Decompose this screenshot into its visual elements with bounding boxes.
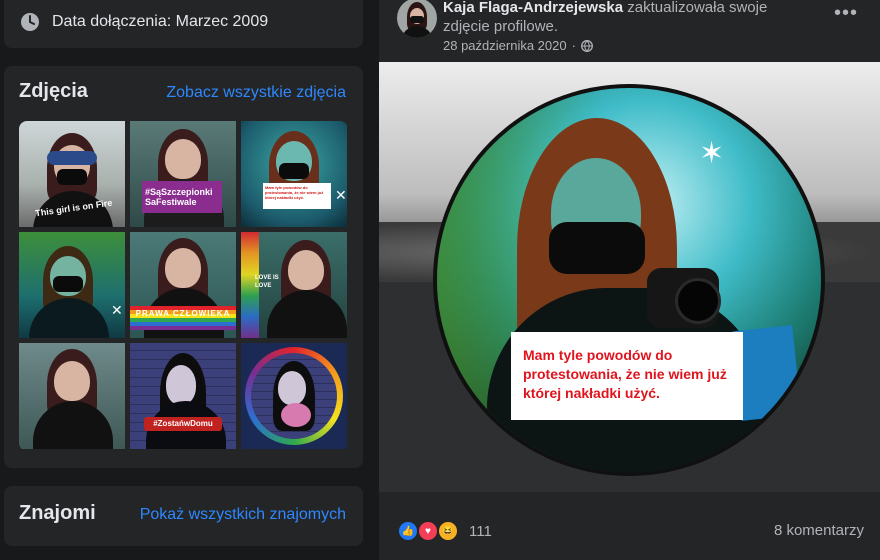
haha-reaction-icon: 😆 (437, 520, 459, 542)
photo-thumb[interactable]: PRAWA CZŁOWIEKA (130, 232, 236, 338)
photos-title[interactable]: Zdjęcia (19, 80, 88, 103)
thumb-caption: #ZostańwDomu (153, 419, 213, 428)
star-icon: ✶ (699, 137, 725, 170)
image-caption-box: Mam tyle powodów do protestowania, że ni… (511, 332, 743, 420)
clock-icon (21, 13, 39, 31)
photo-grid: This girl is on Fire #SąSzczepionki SaFe… (19, 121, 348, 451)
thumb-caption: Mam tyle powodów do protestowania, że ni… (265, 185, 324, 200)
thumb-caption: #SąSzczepionki SaFestiwale (145, 187, 213, 207)
reactions-summary[interactable]: 👍 ♥ 😆 111 (397, 520, 492, 542)
photo-thumb[interactable] (19, 343, 125, 449)
love-reaction-icon: ♥ (417, 520, 439, 542)
post-image[interactable]: ✶ Mam tyle powodów do protestowania, że … (379, 62, 880, 492)
intro-card: Data dołączenia: Marzec 2009 (4, 0, 363, 48)
thumb-caption: LOVE IS LOVE (255, 275, 279, 289)
see-all-photos-link[interactable]: Zobacz wszystkie zdjęcia (166, 84, 346, 102)
photos-card: Zdjęcia Zobacz wszystkie zdjęcia This gi… (4, 66, 363, 468)
friends-card: Znajomi Pokaż wszystkich znajomych (4, 486, 363, 546)
photo-thumb[interactable]: LOVE IS LOVE (241, 232, 347, 338)
post-card: Kaja Flaga-Andrzejewska zaktualizowała s… (379, 0, 880, 560)
like-reaction-icon: 👍 (397, 520, 419, 542)
joined-row: Data dołączenia: Marzec 2009 (20, 12, 268, 32)
joined-text: Data dołączenia: Marzec 2009 (52, 13, 269, 30)
reaction-count: 111 (469, 522, 492, 540)
avatar[interactable] (397, 0, 437, 38)
more-icon[interactable]: ••• (834, 2, 858, 25)
photo-thumb[interactable]: ✕ (19, 232, 125, 338)
thumb-caption: PRAWA CZŁOWIEKA (135, 309, 231, 318)
post-meta: 28 października 2020 · (443, 38, 593, 53)
see-all-friends-link[interactable]: Pokaż wszystkich znajomych (140, 506, 346, 524)
author-name-link[interactable]: Kaja Flaga-Andrzejewska (443, 0, 623, 16)
photo-thumb[interactable]: Mam tyle powodów do protestowania, że ni… (241, 121, 347, 227)
globe-icon[interactable] (580, 39, 593, 52)
photo-thumb[interactable]: #SąSzczepionki SaFestiwale (130, 121, 236, 227)
close-icon: ✕ (335, 187, 347, 203)
profile-frame: ✶ Mam tyle powodów do protestowania, że … (433, 84, 825, 476)
close-icon: ✕ (111, 302, 123, 318)
post-header-text: Kaja Flaga-Andrzejewska zaktualizowała s… (443, 0, 803, 36)
friends-title[interactable]: Znajomi (19, 502, 96, 525)
photo-thumb[interactable] (241, 343, 347, 449)
post-date-link[interactable]: 28 października 2020 (443, 38, 567, 53)
comments-count-link[interactable]: 8 komentarzy (774, 522, 864, 539)
meta-separator: · (571, 38, 576, 53)
photo-thumb[interactable]: #ZostańwDomu (130, 343, 236, 449)
image-caption-text: Mam tyle powodów do protestowania, że ni… (523, 347, 727, 401)
photo-thumb[interactable]: This girl is on Fire (19, 121, 125, 227)
